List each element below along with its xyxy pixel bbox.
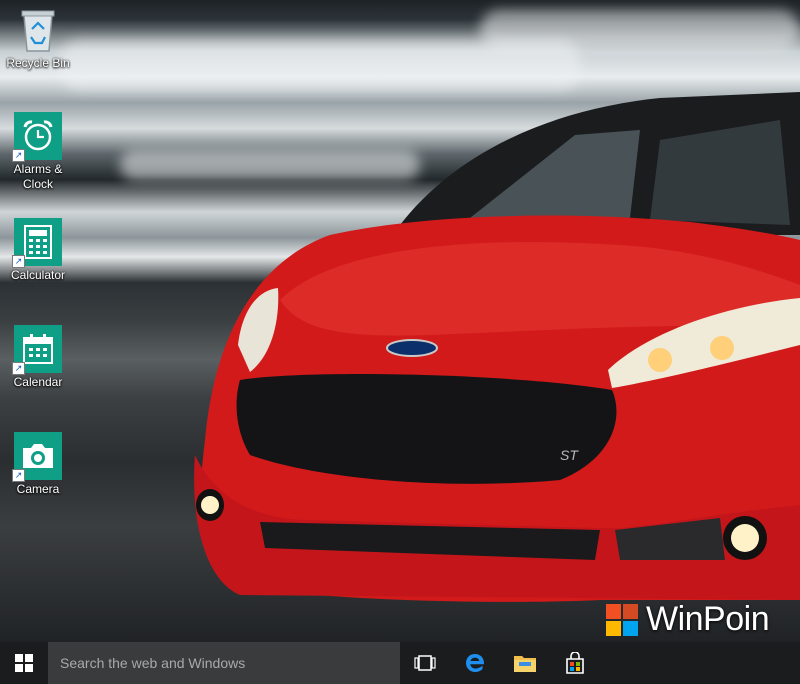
watermark-text: WinPoin	[646, 600, 770, 638]
shortcut-arrow-icon: ↗	[12, 469, 25, 482]
car-image: ST	[194, 92, 800, 602]
search-placeholder: Search the web and Windows	[60, 655, 246, 671]
file-explorer-icon	[514, 656, 536, 672]
desktop-icon-camera[interactable]: ↗ Camera	[0, 432, 76, 497]
calendar-icon: ↗	[12, 325, 62, 375]
desktop-icon-calendar[interactable]: ↗ Calendar	[0, 325, 76, 390]
edge-icon	[466, 654, 485, 672]
st-badge: ST	[560, 447, 579, 463]
taskbar: Search the web and Windows	[0, 642, 800, 684]
desktop-icon-calculator[interactable]: ↗ Calculator	[0, 218, 76, 283]
store-icon	[566, 652, 584, 674]
start-button[interactable]	[0, 642, 48, 684]
recycle-bin-icon	[14, 6, 62, 54]
desktop-icon-label: Alarms & Clock	[13, 162, 63, 191]
desktop-icon-label: Recycle Bin	[6, 56, 70, 70]
desktop-icon-label: Calculator	[10, 268, 66, 282]
shortcut-arrow-icon: ↗	[12, 362, 25, 375]
desktop-wallpaper: ST	[0, 0, 800, 642]
desktop-icon-recycle-bin[interactable]: Recycle Bin	[0, 6, 76, 71]
winpoin-watermark: WinPoin	[606, 600, 770, 639]
search-input[interactable]: Search the web and Windows	[48, 642, 400, 684]
calculator-icon: ↗	[12, 218, 62, 268]
desktop-icon-alarms-clock[interactable]: ↗ Alarms & Clock	[0, 112, 76, 192]
desktop-icon-label: Camera	[16, 482, 60, 496]
file-explorer-button[interactable]	[500, 642, 550, 684]
edge-button[interactable]	[450, 642, 500, 684]
shortcut-arrow-icon: ↗	[12, 149, 25, 162]
shortcut-arrow-icon: ↗	[12, 255, 25, 268]
winpoin-logo-icon	[606, 603, 638, 636]
camera-icon: ↗	[12, 432, 62, 482]
task-view-icon	[414, 655, 436, 671]
task-view-button[interactable]	[400, 642, 450, 684]
alarm-clock-icon: ↗	[12, 112, 62, 162]
desktop-icon-label: Calendar	[13, 375, 63, 389]
store-button[interactable]	[550, 642, 600, 684]
start-icon	[15, 654, 33, 672]
